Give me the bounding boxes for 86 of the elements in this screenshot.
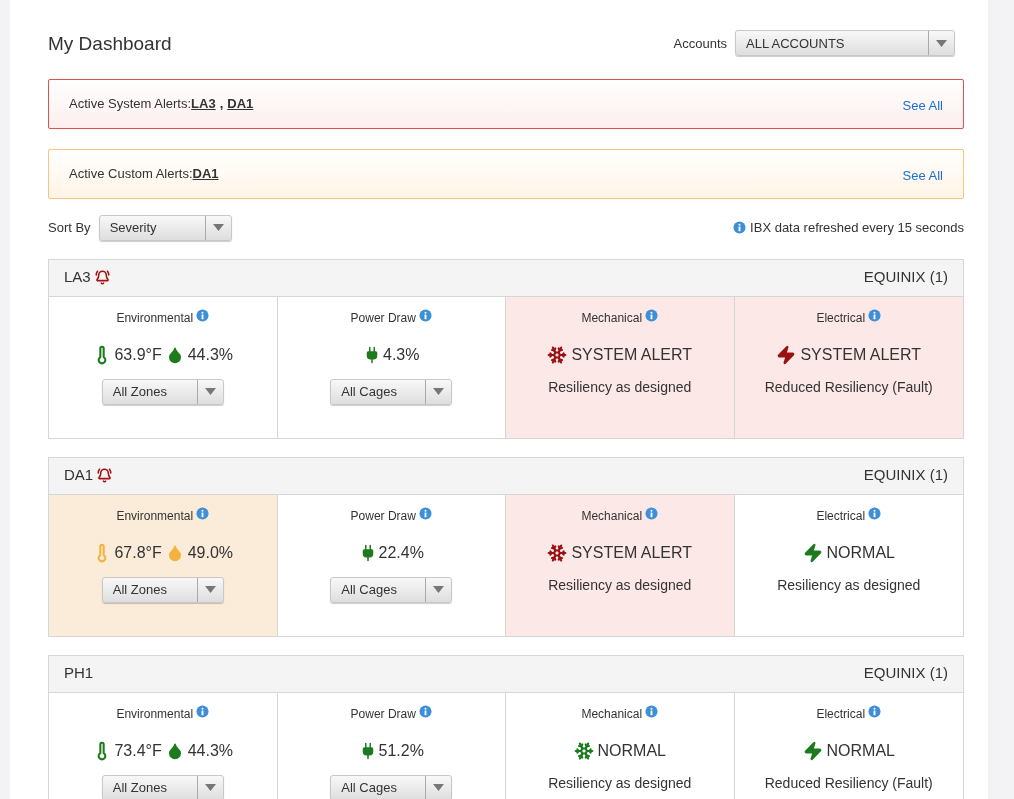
site-name: PH1 bbox=[64, 663, 94, 684]
info-icon[interactable] bbox=[868, 704, 882, 718]
status-label: NORMAL bbox=[826, 740, 895, 761]
info-icon[interactable] bbox=[868, 308, 882, 322]
caret-icon bbox=[204, 784, 216, 791]
alert-label: Active System Alerts: bbox=[69, 94, 192, 113]
status-label: SYSTEM ALERT bbox=[800, 344, 922, 365]
panel-title: Environmental bbox=[116, 309, 194, 327]
snowflake-icon bbox=[573, 740, 594, 761]
cages-dropdown[interactable]: All Cages bbox=[330, 774, 453, 799]
resiliency-text: Reduced Resiliency (Fault) bbox=[764, 773, 933, 793]
separator-comma: , bbox=[219, 94, 224, 113]
humidity-reading: 49.0% bbox=[187, 542, 234, 563]
panel-title: Environmental bbox=[116, 507, 194, 525]
zones-dropdown[interactable]: All Zones bbox=[101, 576, 224, 603]
info-icon[interactable] bbox=[645, 506, 659, 520]
cages-dropdown[interactable]: All Cages bbox=[330, 378, 453, 405]
snowflake-icon bbox=[547, 542, 568, 563]
refresh-note: IBX data refreshed every 15 seconds bbox=[750, 218, 964, 237]
humidity-reading: 44.3% bbox=[187, 344, 234, 365]
provider-label: EQUINIX (1) bbox=[863, 663, 948, 684]
caret-icon bbox=[936, 39, 947, 47]
site-name: DA1 bbox=[64, 465, 94, 486]
info-icon[interactable] bbox=[196, 506, 210, 520]
sort-dropdown[interactable]: Severity bbox=[98, 214, 232, 241]
info-icon[interactable] bbox=[733, 221, 747, 234]
status-label: SYSTEM ALERT bbox=[571, 344, 693, 365]
info-icon[interactable] bbox=[418, 704, 432, 718]
power-reading: 22.4% bbox=[378, 542, 424, 563]
info-icon[interactable] bbox=[645, 704, 659, 718]
info-icon[interactable] bbox=[645, 308, 659, 322]
zones-dropdown[interactable]: All Zones bbox=[101, 378, 224, 405]
power-reading: 51.2% bbox=[378, 740, 424, 761]
see-all-link[interactable]: See All bbox=[902, 95, 943, 116]
resiliency-text: Resiliency as designed bbox=[548, 575, 692, 595]
panel-title: Mechanical bbox=[581, 705, 643, 723]
status-label: NORMAL bbox=[826, 542, 895, 563]
caret-icon bbox=[204, 388, 216, 395]
sort-label: Sort By bbox=[48, 218, 91, 237]
panel-title: Electrical bbox=[816, 705, 866, 723]
info-icon[interactable] bbox=[196, 308, 210, 322]
cages-dropdown[interactable]: All Cages bbox=[330, 576, 453, 603]
info-icon[interactable] bbox=[418, 506, 432, 520]
panel-title: Power Draw bbox=[350, 705, 416, 723]
lightning-icon bbox=[802, 542, 823, 563]
humidity-reading: 44.3% bbox=[187, 740, 234, 761]
alert-label: Active Custom Alerts: bbox=[69, 164, 193, 183]
resiliency-text: Resiliency as designed bbox=[777, 575, 921, 595]
status-label: NORMAL bbox=[597, 740, 666, 761]
accounts-dropdown[interactable]: ALL ACCOUNTS bbox=[735, 30, 955, 57]
resiliency-text: Resiliency as designed bbox=[548, 773, 692, 793]
page-title: My Dashboard bbox=[48, 32, 172, 56]
caret-icon bbox=[204, 586, 216, 593]
status-label: SYSTEM ALERT bbox=[571, 542, 693, 563]
caret-icon bbox=[433, 784, 445, 791]
snowflake-icon bbox=[547, 344, 568, 365]
provider-label: EQUINIX (1) bbox=[863, 465, 948, 486]
panel-title: Environmental bbox=[116, 705, 194, 723]
info-icon[interactable] bbox=[868, 506, 882, 520]
resiliency-text: Resiliency as designed bbox=[548, 377, 692, 397]
temperature-reading: 63.9°F bbox=[114, 344, 162, 365]
panel-title: Electrical bbox=[816, 507, 866, 525]
resiliency-text: Reduced Resiliency (Fault) bbox=[764, 377, 933, 397]
zones-dropdown[interactable]: All Zones bbox=[101, 774, 224, 799]
lightning-icon bbox=[802, 740, 823, 761]
info-icon[interactable] bbox=[196, 704, 210, 718]
lightning-icon bbox=[776, 344, 797, 365]
panel-title: Electrical bbox=[816, 309, 866, 327]
see-all-link[interactable]: See All bbox=[902, 165, 943, 186]
panel-title: Power Draw bbox=[350, 507, 416, 525]
panel-title: Power Draw bbox=[350, 309, 416, 327]
site-name: LA3 bbox=[64, 267, 91, 288]
caret-icon bbox=[433, 388, 445, 395]
caret-icon bbox=[433, 586, 445, 593]
provider-label: EQUINIX (1) bbox=[863, 267, 948, 288]
temperature-reading: 67.8°F bbox=[114, 542, 162, 563]
temperature-reading: 73.4°F bbox=[114, 740, 162, 761]
panel-title: Mechanical bbox=[581, 309, 643, 327]
accounts-label: Accounts bbox=[673, 34, 727, 53]
site-link[interactable]: DA1 bbox=[227, 93, 254, 114]
info-icon[interactable] bbox=[418, 308, 432, 322]
caret-icon bbox=[212, 224, 224, 231]
site-link[interactable]: LA3 bbox=[191, 93, 216, 114]
panel-title: Mechanical bbox=[581, 507, 643, 525]
site-link[interactable]: DA1 bbox=[192, 163, 219, 184]
power-reading: 4.3% bbox=[383, 344, 420, 365]
